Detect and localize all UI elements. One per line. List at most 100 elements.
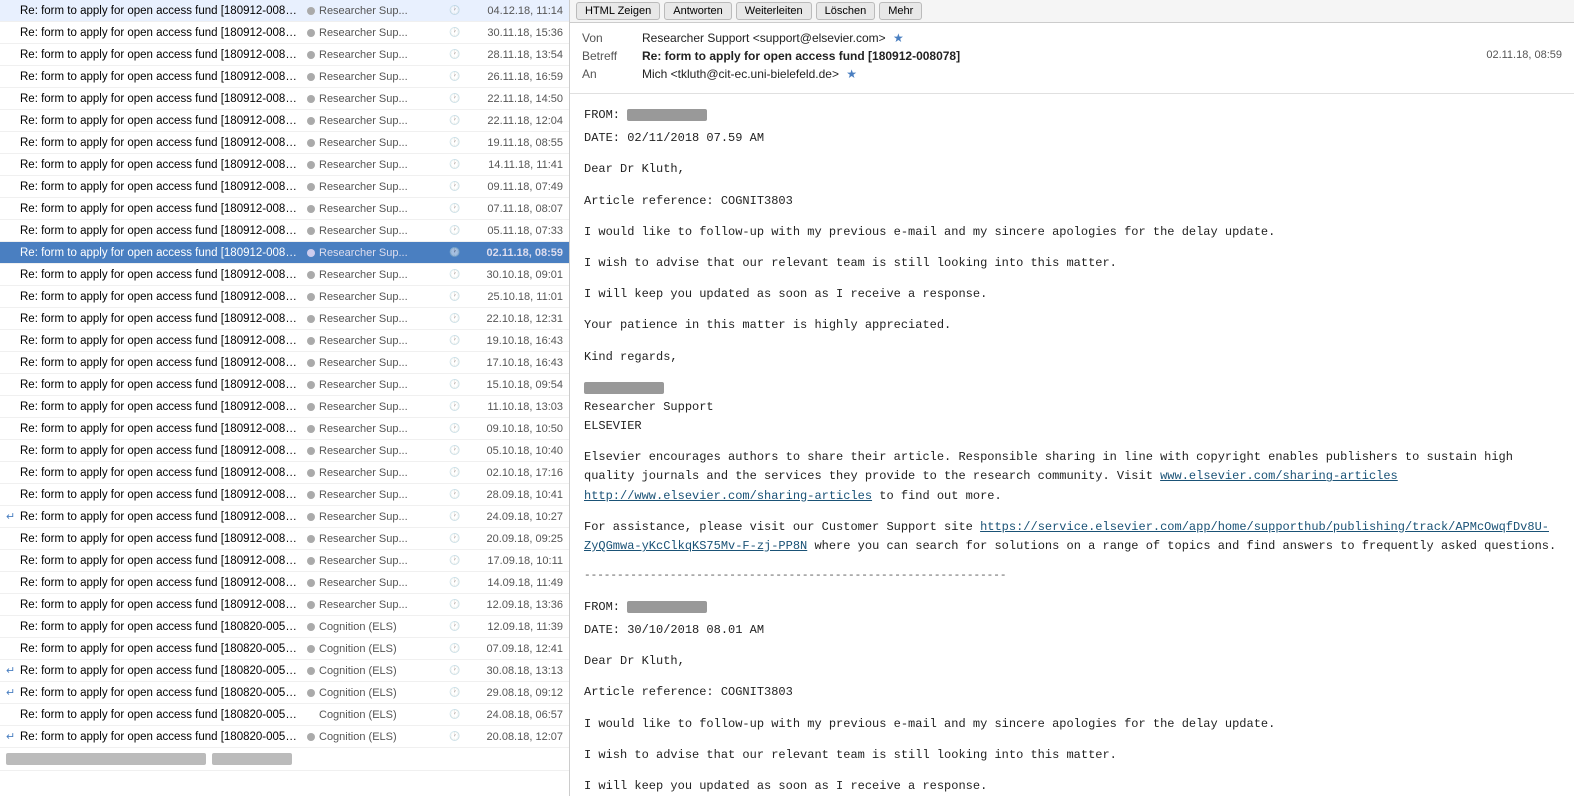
email-row[interactable]: Re: form to apply for open access fund […	[0, 352, 569, 374]
email-row[interactable]: ↵Re: form to apply for open access fund …	[0, 682, 569, 704]
email-date: 22.10.18, 12:31	[463, 313, 563, 325]
email-row[interactable]: ↵Re: form to apply for open access fund …	[0, 506, 569, 528]
email-row[interactable]: Re: form to apply for open access fund […	[0, 638, 569, 660]
email-date: 05.11.18, 07:33	[463, 225, 563, 237]
email-row[interactable]: Re: form to apply for open access fund […	[0, 594, 569, 616]
email-subject: Re: form to apply for open access fund […	[20, 357, 303, 369]
email-row-redacted[interactable]	[0, 748, 569, 771]
email-sender: Researcher Sup...	[319, 379, 449, 391]
email-subject: Re: form to apply for open access fund […	[20, 291, 303, 303]
body-para5: Your patience in this matter is highly a…	[584, 316, 1560, 335]
email-row[interactable]: Re: form to apply for open access fund […	[0, 330, 569, 352]
email-status-dot	[307, 359, 315, 367]
body-from-block2: FROM:	[584, 598, 1560, 617]
email-sender: Researcher Sup...	[319, 313, 449, 325]
email-row[interactable]: Re: form to apply for open access fund […	[0, 616, 569, 638]
body-date-line2: DATE: 30/10/2018 08.01 AM	[584, 621, 1560, 640]
from-address: Researcher Support <support@elsevier.com…	[642, 31, 886, 45]
email-sender: Researcher Sup...	[319, 599, 449, 611]
email-divider: ----------------------------------------…	[584, 568, 1560, 586]
email-row[interactable]: Re: form to apply for open access fund […	[0, 132, 569, 154]
body-article-ref: Article reference: COGNIT3803	[584, 192, 1560, 211]
support-text-end: where you can search for solutions on a …	[814, 539, 1556, 553]
email-attachment-icon: 🕐	[449, 511, 463, 522]
email-attachment-icon: 🕐	[449, 291, 463, 302]
email-row[interactable]: Re: form to apply for open access fund […	[0, 484, 569, 506]
email-date: 30.10.18, 09:01	[463, 269, 563, 281]
forward-button[interactable]: Weiterleiten	[736, 2, 812, 20]
email-attachment-icon: 🕐	[449, 467, 463, 478]
email-date: 02.11.18, 08:59	[463, 247, 563, 259]
email-subject: Re: form to apply for open access fund […	[20, 643, 303, 655]
email-row[interactable]: Re: form to apply for open access fund […	[0, 220, 569, 242]
email-row[interactable]: Re: form to apply for open access fund […	[0, 0, 569, 22]
email-sender: Researcher Sup...	[319, 467, 449, 479]
email-row[interactable]: Re: form to apply for open access fund […	[0, 550, 569, 572]
email-attachment-icon: 🕐	[449, 423, 463, 434]
email-attachment-icon: 🕐	[449, 71, 463, 82]
email-attachment-icon: 🕐	[449, 137, 463, 148]
sharing-link1[interactable]: www.elsevier.com/sharing-articles	[1160, 469, 1398, 483]
email-row[interactable]: Re: form to apply for open access fund […	[0, 418, 569, 440]
more-button[interactable]: Mehr	[879, 2, 922, 20]
email-status-dot	[307, 73, 315, 81]
email-row[interactable]: Re: form to apply for open access fund […	[0, 308, 569, 330]
subject-label: Betreff	[582, 49, 642, 63]
email-sender: Researcher Sup...	[319, 225, 449, 237]
email-row[interactable]: Re: form to apply for open access fund […	[0, 66, 569, 88]
email-row[interactable]: Re: form to apply for open access fund […	[0, 264, 569, 286]
email-sender: Researcher Sup...	[319, 137, 449, 149]
email-attachment-icon: 🕐	[449, 401, 463, 412]
body-greeting2: Dear Dr Kluth,	[584, 652, 1560, 671]
email-status-dot	[307, 139, 315, 147]
email-row[interactable]: ↵Re: form to apply for open access fund …	[0, 726, 569, 748]
email-row[interactable]: Re: form to apply for open access fund […	[0, 374, 569, 396]
email-subject: Re: form to apply for open access fund […	[20, 71, 303, 83]
body-article-ref2: Article reference: COGNIT3803	[584, 683, 1560, 702]
email-subject: Re: form to apply for open access fund […	[20, 511, 303, 523]
email-row[interactable]: Re: form to apply for open access fund […	[0, 110, 569, 132]
email-status-dot	[307, 469, 315, 477]
email-row[interactable]: Re: form to apply for open access fund […	[0, 154, 569, 176]
email-list-panel: Re: form to apply for open access fund […	[0, 0, 570, 796]
email-row[interactable]: Re: form to apply for open access fund […	[0, 704, 569, 726]
email-sender: Researcher Sup...	[319, 269, 449, 281]
to-star-icon[interactable]: ★	[846, 67, 857, 81]
email-date: 04.12.18, 11:14	[463, 5, 563, 17]
email-subject: Re: form to apply for open access fund […	[20, 599, 303, 611]
email-row[interactable]: Re: form to apply for open access fund […	[0, 88, 569, 110]
email-status-dot	[307, 381, 315, 389]
sharing-text-end: to find out more.	[879, 489, 1001, 503]
email-sender: Researcher Sup...	[319, 533, 449, 545]
email-row[interactable]: Re: form to apply for open access fund […	[0, 44, 569, 66]
body-from-label2: FROM:	[584, 600, 620, 614]
email-status-dot	[307, 337, 315, 345]
star-icon[interactable]: ★	[893, 31, 904, 45]
reply-button[interactable]: Antworten	[664, 2, 732, 20]
email-row[interactable]: Re: form to apply for open access fund […	[0, 22, 569, 44]
email-status-dot	[307, 579, 315, 587]
email-row[interactable]: Re: form to apply for open access fund […	[0, 396, 569, 418]
from-label: Von	[582, 31, 642, 45]
email-row[interactable]: Re: form to apply for open access fund […	[0, 286, 569, 308]
html-button[interactable]: HTML Zeigen	[576, 2, 660, 20]
email-row[interactable]: ↵Re: form to apply for open access fund …	[0, 660, 569, 682]
delete-button[interactable]: Löschen	[816, 2, 876, 20]
email-attachment-icon: 🕐	[449, 357, 463, 368]
email-row[interactable]: Re: form to apply for open access fund […	[0, 462, 569, 484]
email-date: 02.11.18, 08:59	[1486, 49, 1562, 63]
sharing-link2[interactable]: http://www.elsevier.com/sharing-articles	[584, 489, 872, 503]
email-row[interactable]: Re: form to apply for open access fund […	[0, 198, 569, 220]
email-attachment-icon: 🕐	[449, 709, 463, 720]
from-value: Researcher Support <support@elsevier.com…	[642, 31, 1562, 45]
body-para2-4: I will keep you updated as soon as I rec…	[584, 777, 1560, 796]
email-row[interactable]: Re: form to apply for open access fund […	[0, 440, 569, 462]
email-row[interactable]: Re: form to apply for open access fund […	[0, 242, 569, 264]
email-subject: Re: form to apply for open access fund […	[20, 269, 303, 281]
email-row[interactable]: Re: form to apply for open access fund […	[0, 176, 569, 198]
email-row[interactable]: Re: form to apply for open access fund […	[0, 572, 569, 594]
email-attachment-icon: 🕐	[449, 643, 463, 654]
reply-arrow-icon: ↵	[6, 510, 20, 523]
email-row[interactable]: Re: form to apply for open access fund […	[0, 528, 569, 550]
email-status-dot	[307, 29, 315, 37]
